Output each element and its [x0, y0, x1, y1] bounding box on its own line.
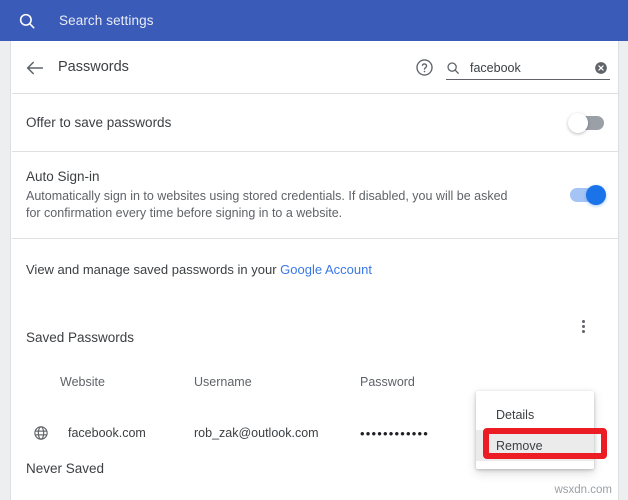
column-header-password: Password: [360, 375, 415, 389]
offer-to-save-toggle[interactable]: [568, 112, 604, 133]
website-cell: facebook.com: [26, 425, 194, 441]
settings-passwords-screen: Search settings Passwords facebook Offer…: [0, 0, 628, 500]
dot: [581, 319, 585, 323]
help-circle-icon[interactable]: [415, 58, 434, 77]
passwords-search-box[interactable]: facebook: [446, 56, 610, 80]
saved-passwords-title: Saved Passwords: [26, 329, 135, 345]
left-gutter: [0, 41, 11, 500]
right-gutter: [618, 41, 628, 500]
row-context-menu: Details Remove: [476, 391, 594, 469]
top-search-placeholder: Search settings: [59, 13, 154, 28]
google-account-text: View and manage saved passwords in your: [26, 262, 281, 277]
search-input-value[interactable]: facebook: [470, 61, 594, 75]
column-header-website: Website: [60, 375, 105, 389]
auto-signin-description: Automatically sign in to websites using …: [26, 189, 508, 220]
three-dot-menu-icon[interactable]: [575, 313, 591, 339]
dot: [581, 324, 585, 328]
watermark: wsxdn.com: [554, 484, 612, 496]
setting-row-offer-to-save[interactable]: Offer to save passwords: [12, 94, 618, 151]
offer-to-save-label: Offer to save passwords: [26, 114, 172, 130]
table-header-row: Website Username Password: [26, 371, 604, 393]
clear-circle-icon[interactable]: [594, 61, 608, 75]
toggle-knob: [568, 112, 588, 133]
saved-passwords-header: Saved Passwords: [12, 319, 618, 349]
auto-signin-text: Auto Sign-in Automatically sign in to we…: [26, 168, 516, 222]
top-search-bar[interactable]: Search settings: [0, 0, 628, 41]
google-account-line: View and manage saved passwords in your …: [12, 239, 618, 277]
back-arrow-icon[interactable]: [24, 57, 46, 79]
dot: [581, 329, 585, 333]
toggle-knob: [586, 185, 606, 205]
website-value: facebook.com: [68, 426, 146, 440]
google-account-link[interactable]: Google Account: [280, 262, 372, 277]
column-header-username: Username: [194, 375, 252, 389]
globe-icon: [33, 425, 49, 441]
search-icon: [18, 12, 36, 30]
auto-signin-toggle[interactable]: [570, 185, 606, 205]
menu-item-details[interactable]: Details: [476, 399, 594, 430]
page-title: Passwords: [58, 59, 129, 75]
search-icon: [446, 61, 460, 75]
auto-signin-label: Auto Sign-in: [26, 169, 100, 184]
page-subheader: Passwords facebook: [12, 41, 618, 93]
offer-to-save-text: Offer to save passwords: [26, 114, 171, 132]
menu-item-remove[interactable]: Remove: [476, 430, 594, 461]
username-value: rob_zak@outlook.com: [194, 426, 319, 440]
setting-row-auto-signin[interactable]: Auto Sign-in Automatically sign in to we…: [12, 152, 618, 238]
